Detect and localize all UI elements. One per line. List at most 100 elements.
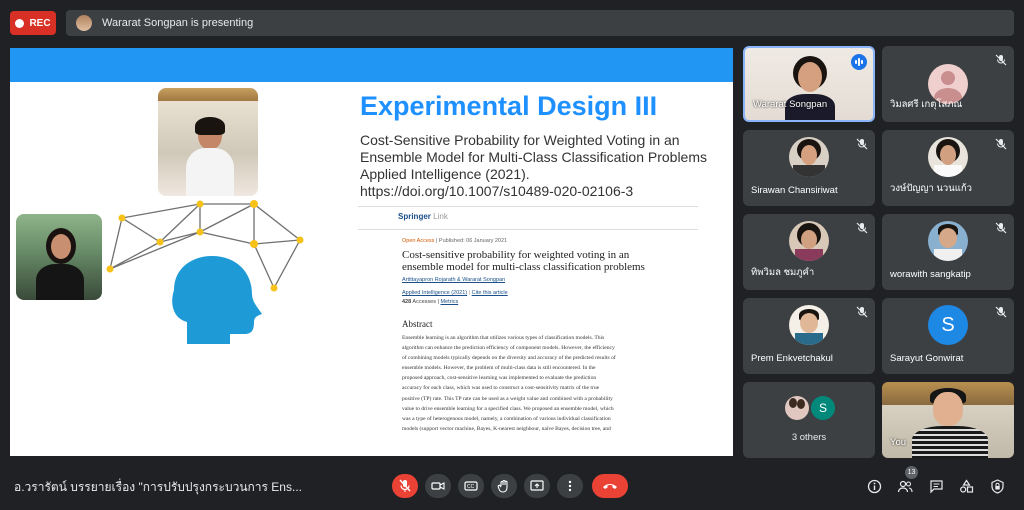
meeting-title: อ.วรารัตน์ บรรยายเรื่อง "การปรับปรุงกระบ… bbox=[14, 480, 302, 494]
mic-off-icon bbox=[995, 54, 1007, 66]
participant-name: วิมลศรี เกตุโสภณ bbox=[890, 99, 963, 110]
host-controls-button[interactable] bbox=[987, 476, 1007, 496]
network-brain-diagram bbox=[106, 200, 304, 344]
camera-icon bbox=[431, 482, 445, 490]
abstract-line: models (support vector machine, Bayes, K… bbox=[402, 425, 611, 432]
citation-line: Cost-Sensitive Probability for Weighted … bbox=[360, 132, 680, 148]
participant-tile[interactable]: วิมลศรี เกตุโสภณ bbox=[882, 46, 1014, 122]
others-avatar-photo bbox=[785, 396, 809, 420]
camera-toggle-button[interactable] bbox=[425, 474, 451, 498]
citation-line: https://doi.org/10.1007/s10489-020-02106… bbox=[360, 183, 634, 199]
abstract-heading: Abstract bbox=[402, 319, 433, 329]
journal-name: Applied Intelligence (2021) bbox=[402, 290, 468, 296]
rec-label: REC bbox=[29, 17, 51, 29]
publisher-suffix: Link bbox=[433, 212, 448, 221]
participant-tile[interactable]: ทิพวิมล ชมภูคำ bbox=[743, 214, 875, 290]
presenter-photo bbox=[158, 88, 258, 196]
abstract-line: positive (TP) rate. This TP rate can be … bbox=[402, 395, 613, 402]
slide-citation: Cost-Sensitive Probability for Weighted … bbox=[360, 132, 720, 200]
present-screen-button[interactable] bbox=[524, 474, 550, 498]
others-avatar-initial: S bbox=[811, 396, 835, 420]
captions-button[interactable]: CC bbox=[458, 474, 484, 498]
end-call-icon bbox=[603, 484, 617, 489]
others-label: 3 others bbox=[791, 432, 827, 443]
activities-button[interactable] bbox=[956, 476, 976, 496]
participant-name: วงษ์ปัญญา นวนแก้ว bbox=[890, 183, 972, 194]
participant-tile[interactable]: S Sarayut Gonwirat bbox=[882, 298, 1014, 374]
abstract-line: value to drive ensemble learning for a s… bbox=[402, 405, 614, 412]
slide-title: Experimental Design III bbox=[360, 91, 658, 121]
more-options-button[interactable] bbox=[557, 474, 583, 498]
mic-off-icon bbox=[856, 222, 868, 234]
captions-icon: CC bbox=[464, 481, 478, 491]
avatar-initial: S bbox=[818, 401, 827, 415]
mic-off-icon bbox=[995, 138, 1007, 150]
bottom-bar: อ.วรารัตน์ บรรยายเรื่อง "การปรับปรุงกระบ… bbox=[0, 462, 1024, 510]
leave-call-button[interactable] bbox=[592, 474, 628, 498]
participant-avatar bbox=[928, 221, 968, 261]
participant-avatar bbox=[789, 137, 829, 177]
people-count-badge: 13 bbox=[905, 466, 918, 479]
info-icon bbox=[867, 479, 881, 493]
abstract-line: Ensemble learning is an algorithm that u… bbox=[402, 335, 605, 341]
svg-text:CC: CC bbox=[467, 484, 475, 490]
accesses-label: Accesses bbox=[412, 299, 436, 305]
chat-button[interactable] bbox=[926, 476, 946, 496]
paper-accesses: 428 Accesses | Metrics bbox=[402, 299, 459, 305]
coauthor-photo bbox=[16, 214, 102, 300]
shield-lock-icon bbox=[990, 478, 1004, 494]
publisher-name: Springer bbox=[398, 212, 431, 221]
avatar-initial: S bbox=[941, 313, 955, 336]
participant-name: Prem Enkvetchakul bbox=[751, 353, 833, 364]
participant-avatar bbox=[789, 305, 829, 345]
abstract-line: of combining models typically depends on… bbox=[402, 355, 616, 362]
participant-avatar bbox=[928, 137, 968, 177]
participant-tile[interactable]: worawith sangkatip bbox=[882, 214, 1014, 290]
abstract-text: Ensemble learning is an algorithm that u… bbox=[402, 333, 670, 434]
meeting-details-button[interactable] bbox=[864, 476, 884, 496]
top-bar: REC Wararat Songpan is presenting bbox=[0, 0, 1024, 46]
self-label: You bbox=[890, 437, 907, 448]
participant-tile-speaking[interactable]: Wararat Songpan bbox=[743, 46, 875, 122]
participant-name: Sirawan Chansiriwat bbox=[751, 185, 838, 196]
participant-tile[interactable]: วงษ์ปัญญา นวนแก้ว bbox=[882, 130, 1014, 206]
shapes-icon bbox=[959, 478, 973, 493]
citation-line: Applied Intelligence (2021). bbox=[360, 166, 530, 182]
accesses-count: 428 bbox=[402, 299, 412, 305]
participant-name: worawith sangkatip bbox=[890, 269, 971, 280]
paper-title: Cost-sensitive probability for weighted … bbox=[402, 249, 645, 273]
others-tile[interactable]: S 3 others bbox=[743, 382, 875, 458]
raise-hand-button[interactable] bbox=[491, 474, 517, 498]
initial-avatar: S bbox=[928, 305, 968, 345]
mic-off-icon bbox=[995, 306, 1007, 318]
present-icon bbox=[530, 480, 544, 491]
record-dot-icon bbox=[15, 18, 25, 28]
paper-meta: Open Access | Published: 06 January 2021 bbox=[402, 238, 508, 244]
people-button[interactable] bbox=[895, 476, 915, 496]
participant-tile[interactable]: Sirawan Chansiriwat bbox=[743, 130, 875, 206]
cite-link: Cite this article bbox=[471, 290, 508, 296]
mic-off-icon bbox=[399, 479, 411, 492]
citation-line: Ensemble Model for Multi-Class Classific… bbox=[360, 149, 708, 165]
more-vert-icon bbox=[568, 480, 572, 492]
paper-journal: Applied Intelligence (2021) | Cite this … bbox=[402, 290, 508, 296]
divider bbox=[358, 229, 698, 230]
abstract-line: accuracy for each class, which was used … bbox=[402, 385, 600, 392]
hand-icon bbox=[497, 479, 508, 493]
mic-toggle-button[interactable] bbox=[392, 474, 418, 498]
participant-tile[interactable]: Prem Enkvetchakul bbox=[743, 298, 875, 374]
participant-name: Wararat Songpan bbox=[753, 99, 828, 110]
mic-off-icon bbox=[995, 222, 1007, 234]
paper-screenshot: Springer Link Open Access | Published: 0… bbox=[358, 206, 698, 456]
abstract-line: ensemble models. However, the problem of… bbox=[402, 365, 596, 372]
abstract-line: proposed approach, cost-sensitive learni… bbox=[402, 375, 597, 382]
slide-header-bar bbox=[10, 48, 733, 82]
shared-screen: Experimental Design III Cost-Sensitive P… bbox=[10, 48, 733, 456]
recording-indicator: REC bbox=[10, 11, 56, 35]
self-tile[interactable]: You bbox=[882, 382, 1014, 458]
metrics-link: Metrics bbox=[440, 299, 459, 305]
abstract-line: algorithm can enhance the prediction eff… bbox=[402, 345, 615, 352]
paper-authors: Artittayapron Rojarath & Wararat Songpan bbox=[402, 277, 506, 283]
presenter-text: Wararat Songpan is presenting bbox=[102, 17, 254, 29]
mic-off-icon bbox=[856, 306, 868, 318]
